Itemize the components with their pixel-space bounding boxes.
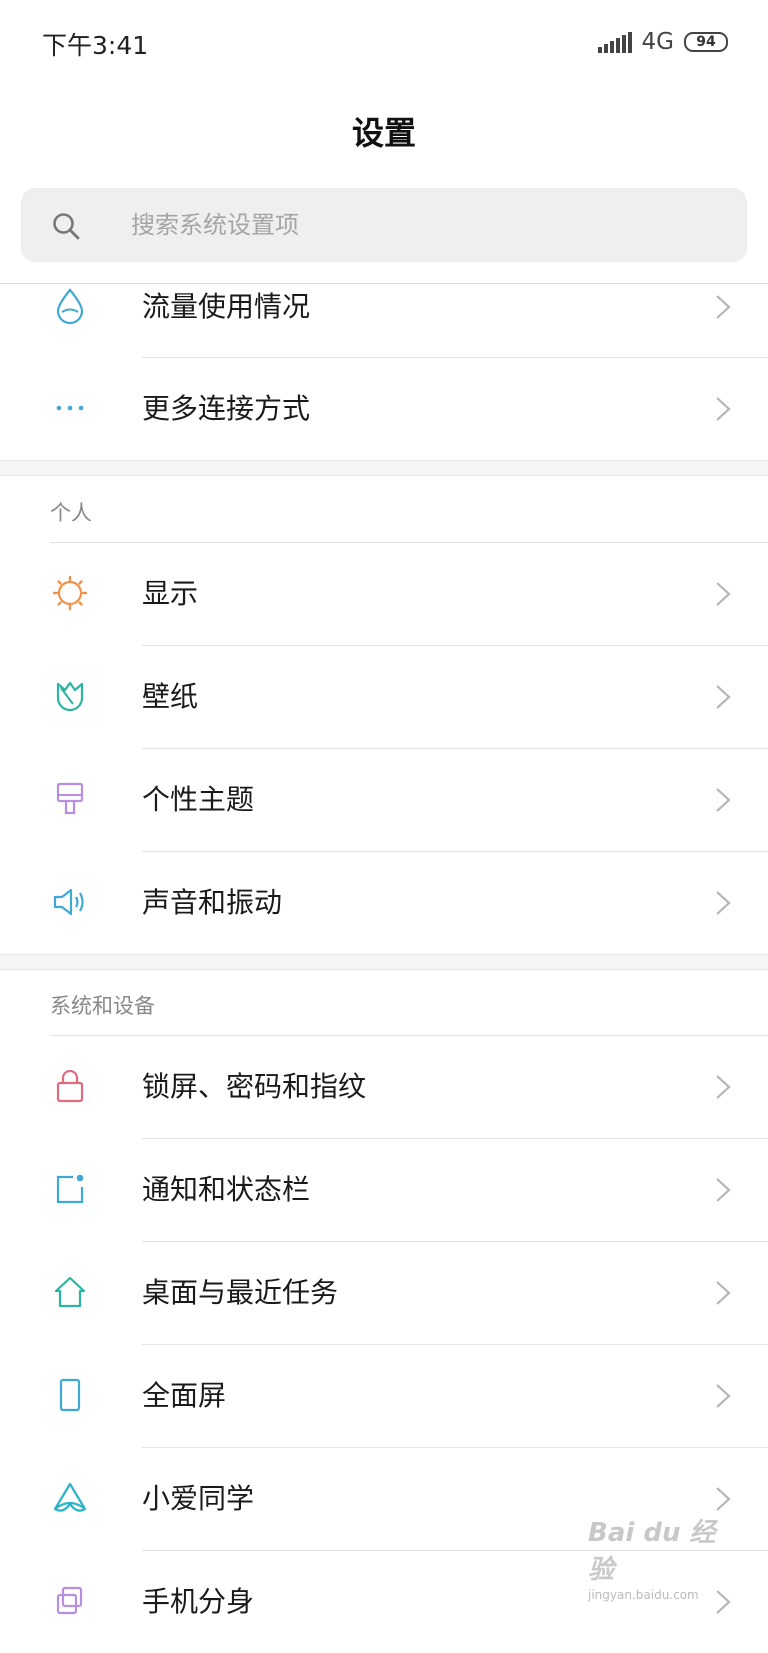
chevron-right-icon <box>716 295 731 319</box>
settings-item-data-usage[interactable]: 流量使用情况 <box>0 256 768 358</box>
settings-item-label: 声音和振动 <box>142 886 283 919</box>
settings-item-label: 个性主题 <box>142 783 255 816</box>
battery-icon: 94 <box>684 32 728 52</box>
chevron-right-icon <box>716 788 731 812</box>
section-gap <box>0 460 768 476</box>
home-icon <box>50 1272 90 1312</box>
settings-item-more-connections[interactable]: 更多连接方式 <box>0 358 768 460</box>
page-title: 设置 <box>351 114 416 152</box>
settings-item-sound[interactable]: 声音和振动 <box>0 852 768 954</box>
chevron-right-icon <box>716 397 731 421</box>
section-gap <box>0 954 768 970</box>
settings-item-label: 全面屏 <box>142 1379 227 1412</box>
settings-item-home-screen[interactable]: 桌面与最近任务 <box>0 1242 768 1344</box>
status-time: 下午3:41 <box>42 31 149 60</box>
chevron-right-icon <box>716 1384 731 1408</box>
settings-item-label: 桌面与最近任务 <box>142 1276 339 1309</box>
settings-item-lockscreen[interactable]: 锁屏、密码和指纹 <box>0 1036 768 1138</box>
notification-icon <box>50 1169 90 1209</box>
status-indicators: 4G 94 <box>597 28 728 56</box>
settings-item-notifications[interactable]: 通知和状态栏 <box>0 1139 768 1241</box>
watermark-text: Bai du 经验 <box>588 1518 716 1585</box>
section-header-system: 系统和设备 <box>50 994 155 1018</box>
speaker-icon <box>50 882 90 922</box>
search-input[interactable] <box>109 188 709 262</box>
settings-item-label: 流量使用情况 <box>142 290 311 323</box>
signal-icon <box>597 31 632 53</box>
status-bar: 下午3:41 4G 94 <box>0 0 768 84</box>
chevron-right-icon <box>716 1075 731 1099</box>
chevron-right-icon <box>716 582 731 606</box>
chevron-right-icon <box>716 1487 731 1511</box>
tulip-icon <box>50 676 90 716</box>
settings-item-display[interactable]: 显示 <box>0 543 768 645</box>
settings-item-label: 锁屏、密码和指纹 <box>142 1070 367 1103</box>
baidu-watermark: Bai du 经验 jingyan.baidu.com <box>588 1512 738 1602</box>
xiaoai-icon <box>50 1478 90 1518</box>
sun-icon <box>50 573 90 613</box>
settings-item-label: 通知和状态栏 <box>142 1173 311 1206</box>
settings-item-label: 显示 <box>142 577 199 610</box>
more-dots-icon <box>50 388 90 428</box>
settings-item-label: 手机分身 <box>142 1585 255 1618</box>
water-drop-icon <box>50 286 90 326</box>
section-header-personal: 个人 <box>50 501 92 525</box>
paintbrush-icon <box>50 779 90 819</box>
chevron-right-icon <box>716 685 731 709</box>
lock-icon <box>50 1066 90 1106</box>
chevron-right-icon <box>716 1281 731 1305</box>
search-bar[interactable] <box>21 188 747 262</box>
settings-item-label: 更多连接方式 <box>142 392 311 425</box>
chevron-right-icon <box>716 891 731 915</box>
phone-icon <box>50 1375 90 1415</box>
second-space-icon <box>50 1581 90 1621</box>
network-type: 4G <box>641 29 674 55</box>
settings-item-fullscreen[interactable]: 全面屏 <box>0 1345 768 1447</box>
settings-item-label: 壁纸 <box>142 680 199 713</box>
settings-item-themes[interactable]: 个性主题 <box>0 749 768 851</box>
settings-item-label: 小爱同学 <box>142 1482 255 1515</box>
settings-item-wallpaper[interactable]: 壁纸 <box>0 646 768 748</box>
chevron-right-icon <box>716 1178 731 1202</box>
search-icon <box>53 213 80 240</box>
